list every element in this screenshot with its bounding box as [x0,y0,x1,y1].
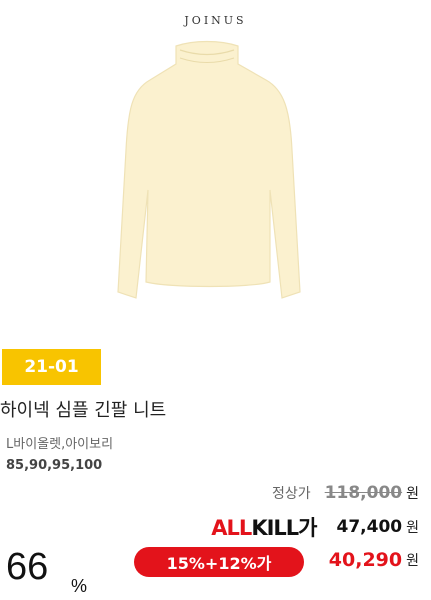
currency-unit: 원 [406,520,419,536]
discount-percent: 66 [6,546,49,588]
percent-sign: % [71,576,88,596]
final-price-row: 40,290 원 [329,549,419,571]
brand-logo: JOINUS [184,14,247,27]
product-sizes: 85,90,95,100 [6,458,103,473]
product-code-badge: 21-01 [2,349,101,385]
allkill-price-row: ALLKILL가 47,400 원 [211,512,419,542]
currency-unit: 원 [406,486,419,502]
currency-unit: 원 [406,553,419,569]
final-price: 40,290 [328,549,403,571]
allkill-price: 47,400 [336,517,403,537]
regular-price-row: 정상가 118,000 원 [272,483,419,503]
allkill-logo: ALLKILL가 [211,516,317,540]
product-colors: L바이올렛,아이보리 [6,437,114,452]
product-image[interactable] [0,0,431,340]
product-title[interactable]: 하이넥 심플 긴팔 니트 [0,396,166,422]
regular-price-label: 정상가 [272,486,311,502]
regular-price: 118,000 [324,483,403,503]
coupon-discount-badge: 15%+12%가 [134,547,304,577]
sweater-image [117,40,301,299]
